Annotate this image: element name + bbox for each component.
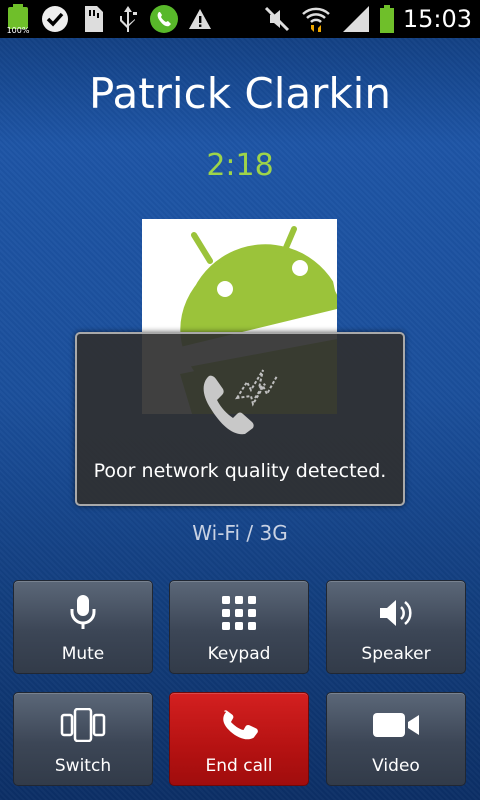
switch-button[interactable]: Switch [13,692,153,786]
video-camera-icon [327,705,465,745]
keypad-button[interactable]: Keypad [169,580,309,674]
phone-call-icon [148,5,180,33]
sd-card-icon [80,5,106,33]
call-duration: 2:18 [206,148,274,183]
check-icon [40,5,70,33]
speaker-label: Speaker [361,644,431,664]
battery-icon [377,5,397,33]
speaker-icon [327,593,465,633]
switch-label: Switch [54,756,112,776]
speaker-button[interactable]: Speaker [326,580,466,674]
status-bar: 100% 15:03 [0,0,480,38]
network-type: Wi-Fi / 3G [192,521,288,545]
keypad-icon [170,593,308,633]
signal-icon [340,5,372,33]
usb-icon [115,5,141,33]
status-clock: 15:03 [402,5,472,33]
mute-label: Mute [61,644,105,664]
poor-network-toast: Poor network quality detected. [75,332,405,506]
end-call-button[interactable]: End call [169,692,309,786]
phone-hangup-icon [170,705,308,745]
wifi-icon [300,5,332,33]
toast-message: Poor network quality detected. [93,460,387,482]
video-button[interactable]: Video [326,692,466,786]
end-call-label: End call [205,756,273,776]
mute-button[interactable]: Mute [13,580,153,674]
caller-name: Patrick Clarkin [89,69,391,118]
poor-network-phone-icon [203,369,278,435]
video-label: Video [372,756,420,776]
warning-icon [187,5,213,33]
mute-icon [262,5,292,33]
battery-charging-icon: 100% [4,4,32,34]
in-call-screen: 100% 15:03 Patrick Clarkin 2:18 Poor net… [0,0,480,800]
keypad-label: Keypad [207,644,271,664]
switch-device-icon [14,705,152,745]
battery-percent: 100% [7,26,30,34]
microphone-icon [14,593,152,633]
